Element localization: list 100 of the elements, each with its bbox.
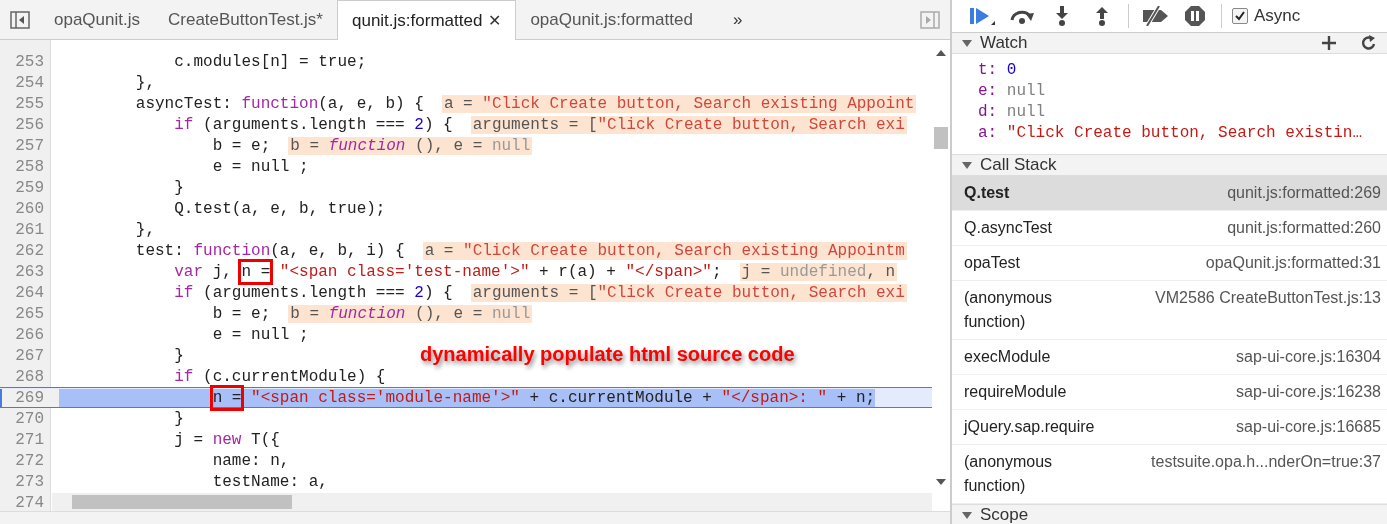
line-number: 259 (14, 178, 45, 197)
section-title: Scope (980, 505, 1029, 524)
sidebar-toggle-icon[interactable] (920, 10, 940, 29)
line-number: 273 (14, 472, 45, 491)
code-line: }, (134, 73, 155, 92)
call-stack-frame[interactable]: jQuery.sap.require sap-ui-core.js:16685 (952, 410, 1387, 445)
function-name: execModule (964, 347, 1051, 367)
code-line: e = null ; (211, 157, 309, 176)
code-line: Q.test(a, e, b, true); (173, 199, 386, 218)
line-number: 255 (14, 94, 45, 113)
horizontal-scrollbar[interactable] (52, 493, 932, 511)
source-location[interactable]: opaQunit.js:formatted:31 (1205, 251, 1381, 275)
function-name: opaTest (964, 253, 1021, 273)
line-number: 267 (14, 346, 45, 365)
triangle-icon[interactable] (962, 38, 972, 48)
source-location[interactable]: sap-ui-core.js:16238 (1236, 380, 1381, 404)
code-line: } (173, 409, 184, 428)
code-line: c.modules[n] = true; (173, 52, 367, 71)
code-line: b = e; (211, 136, 271, 155)
code-line: } (173, 178, 184, 197)
call-stack-frame[interactable]: Q.asyncTest qunit.js:formatted:260 (952, 211, 1387, 246)
source-location[interactable]: testsuite.opa.h...nderOn=true:37 (1151, 450, 1381, 474)
line-number: 265 (14, 304, 45, 323)
async-checkbox[interactable] (1232, 8, 1248, 24)
code-line: test: function(a, e, b, i) { (134, 241, 405, 260)
line-number: 260 (14, 199, 45, 218)
line-number: 262 (14, 241, 45, 260)
line-number: 263 (14, 262, 45, 281)
inline-value: j = undefined, n (739, 262, 898, 281)
line-number: 272 (14, 451, 45, 470)
resume-icon[interactable] (969, 6, 995, 26)
inline-value: a = "Click Create button, Search existing Appointm (422, 241, 907, 260)
call-stack-frame[interactable]: requireModule sap-ui-core.js:16238 (952, 375, 1387, 410)
refresh-icon[interactable] (1361, 35, 1377, 51)
watch-expression: e: null (978, 81, 1047, 102)
inline-value: arguments = ["Click Create button, Search exi (470, 115, 907, 134)
file-tab[interactable]: CreateButtonTest.js* (154, 0, 337, 39)
line-number: 258 (14, 157, 45, 176)
code-line: }, (134, 220, 155, 239)
line-number: 266 (14, 325, 45, 344)
section-title: Watch (980, 33, 1028, 53)
line-number: 270 (14, 409, 45, 428)
line-number: 254 (14, 73, 45, 92)
source-location[interactable]: qunit.js:formatted:260 (1227, 216, 1381, 240)
line-number: 253 (14, 52, 45, 71)
source-location[interactable]: VM2586 CreateButtonTest.js:13 (1155, 286, 1381, 310)
call-stack-frame[interactable]: Q.test qunit.js:formatted:269 (952, 176, 1387, 211)
line-number: 269 (0, 388, 59, 407)
scrollbar-thumb[interactable] (72, 495, 292, 509)
code-line: } (173, 346, 184, 365)
sidebar-toggle-icon[interactable] (10, 10, 30, 29)
watch-expression: d: null (978, 102, 1047, 123)
source-location[interactable]: sap-ui-core.js:16685 (1236, 415, 1381, 439)
line-number: 264 (14, 283, 45, 302)
inline-value: arguments = ["Click Create button, Search exi (470, 283, 907, 302)
scroll-up-icon[interactable] (936, 50, 946, 56)
async-label: Async (1254, 6, 1301, 26)
code-line: j = new T({ (173, 430, 280, 449)
code-line: if (arguments.length === 2) { (173, 115, 453, 134)
source-location[interactable]: sap-ui-core.js:16304 (1236, 345, 1381, 369)
function-name: (anonymous function) (964, 288, 1053, 332)
inline-value: b = function (), e = null (288, 136, 533, 155)
file-tab[interactable]: opaQunit.js (40, 0, 154, 39)
code-line: if (arguments.length === 2) { (173, 283, 453, 302)
triangle-icon[interactable] (962, 510, 972, 520)
annotation-text: dynamically populate html source code (420, 343, 795, 366)
line-number: 257 (14, 136, 45, 155)
line-number: 256 (14, 115, 45, 134)
scrollbar-thumb[interactable] (934, 127, 948, 149)
watch-expression: t: 0 (978, 60, 1018, 81)
scroll-down-icon[interactable] (936, 479, 946, 485)
line-number: 274 (14, 493, 45, 511)
call-stack-frame[interactable]: execModule sap-ui-core.js:16304 (952, 340, 1387, 375)
function-name: jQuery.sap.require (964, 417, 1095, 437)
file-tab[interactable]: qunit.js:formatted ✕ (336, 0, 517, 40)
code-line: e = null ; (211, 325, 309, 344)
inline-value: a = "Click Create button, Search existing Appoint (441, 94, 917, 113)
code-line: name: n, (211, 451, 290, 470)
code-line: if (c.currentModule) { (173, 367, 386, 386)
inline-value: b = function (), e = null (288, 304, 533, 323)
function-name: (anonymous function) (964, 452, 1053, 496)
watch-expression: a: "Click Create button, Search existin… (978, 123, 1364, 144)
call-stack-frame[interactable]: opaTest opaQunit.js:formatted:31 (952, 246, 1387, 281)
add-icon[interactable] (1321, 35, 1337, 51)
more-tabs-button[interactable]: » (706, 0, 769, 39)
code-line: asyncTest: function(a, e, b) { (134, 94, 424, 113)
code-line: b = e; (211, 304, 271, 323)
line-number: 271 (14, 430, 45, 449)
line-number: 268 (14, 367, 45, 386)
code-line: testName: a, (211, 472, 328, 491)
line-number: 261 (14, 220, 45, 239)
call-stack-frame[interactable]: (anonymous function) VM2586 CreateButtonTest.js:13 (952, 281, 1387, 340)
function-name: Q.test (964, 183, 1010, 203)
triangle-icon[interactable] (962, 160, 972, 170)
function-name: Q.asyncTest (964, 218, 1053, 238)
file-tab[interactable]: opaQunit.js:formatted (516, 0, 707, 39)
source-location[interactable]: qunit.js:formatted:269 (1227, 181, 1381, 205)
section-title: Call Stack (980, 155, 1057, 175)
close-tab-button[interactable]: ✕ (488, 11, 502, 30)
function-name: requireModule (964, 382, 1067, 402)
